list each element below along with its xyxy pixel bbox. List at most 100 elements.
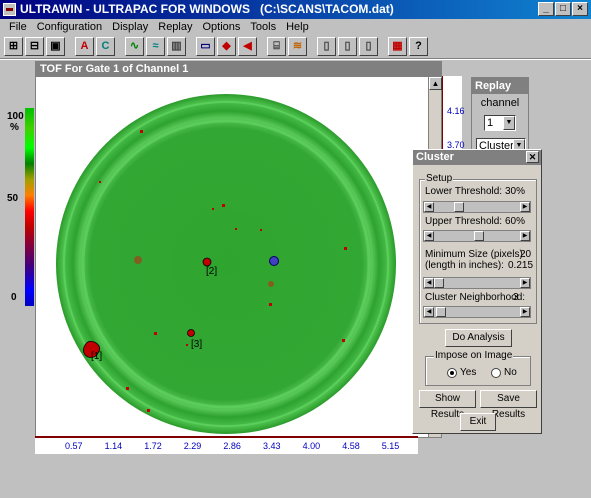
cluster-dialog: Cluster ✕ Setup Lower Threshold: 30% ◀ ▶… [412, 149, 542, 434]
toolbar-button-14-icon[interactable]: ▯ [317, 37, 336, 56]
scale-top-label: 100 [7, 111, 24, 122]
color-scale-bar [25, 108, 34, 306]
bottom-ruler-label: 4.00 [302, 441, 321, 451]
app-title: - ULTRAPAC FOR WINDOWS (C:\SCANS\TACOM.d… [82, 2, 394, 16]
c-scan-image[interactable]: [2] [3] [1] [36, 77, 429, 437]
channel-label: channel [480, 97, 520, 109]
toolbar-button-8-icon[interactable]: ▥ [167, 37, 186, 56]
defect-2-mark[interactable] [202, 257, 212, 267]
impose-yes-radio[interactable] [447, 368, 457, 378]
exit-button[interactable]: Exit [460, 413, 496, 431]
maximize-button[interactable]: □ [555, 2, 571, 16]
min-size-slider[interactable]: ◀ ▶ [423, 277, 531, 289]
do-analysis-button[interactable]: Do Analysis [445, 329, 512, 347]
replay-title: Replay [472, 78, 528, 94]
neighborhood-slider[interactable]: ◀ ▶ [423, 306, 531, 318]
upper-threshold-left-arrow[interactable]: ◀ [424, 231, 434, 241]
toolbar-button-17-icon[interactable]: ▦ [388, 37, 407, 56]
app-icon [3, 3, 16, 16]
impose-no-radio[interactable] [491, 368, 501, 378]
channel-dropdown-icon[interactable]: ▼ [503, 116, 515, 130]
bottom-ruler-label: 0.57 [65, 441, 83, 451]
setup-group-title: Setup [425, 173, 454, 184]
toolbar-button-12-icon[interactable]: ⌸ [267, 37, 286, 56]
min-size-left-arrow[interactable]: ◀ [424, 278, 434, 288]
neighborhood-right-arrow[interactable]: ▶ [520, 307, 530, 317]
lower-threshold-value: 30% [505, 186, 526, 197]
toolbar-button-13-icon[interactable]: ≋ [288, 37, 307, 56]
toolbar: ⊞ ⊟ ▣ A C ∿ ≈ ▥ ▭ ◆ ◀ ⌸ ≋ ▯ ▯ ▯ ▦? [0, 35, 591, 59]
image-window-title: TOF For Gate 1 of Channel 1 [36, 62, 441, 77]
min-size-thumb[interactable] [434, 278, 444, 288]
toolbar-button-18-icon[interactable]: ? [409, 37, 428, 56]
menu-options[interactable]: Options [198, 19, 246, 35]
toolbar-button-16-icon[interactable]: ▯ [359, 37, 378, 56]
cluster-title-text: Cluster [416, 151, 454, 163]
min-size-right-arrow[interactable]: ▶ [520, 278, 530, 288]
toolbar-button-10-icon[interactable]: ◆ [217, 37, 236, 56]
channel-value: 1 [487, 117, 494, 129]
menu-display[interactable]: Display [107, 19, 153, 35]
toolbar-button-6-icon[interactable]: ∿ [125, 37, 144, 56]
cluster-dialog-title: Cluster ✕ [413, 150, 541, 165]
menu-file[interactable]: File [4, 19, 32, 35]
upper-threshold-value: 60% [505, 216, 526, 227]
app-name: ULTRAWIN [20, 2, 83, 16]
defect-2-label: [2] [206, 266, 217, 277]
lower-threshold-thumb[interactable] [453, 202, 464, 212]
toolbar-button-2-icon[interactable]: ⊟ [25, 37, 44, 56]
right-ruler-label-1: 4.16 [447, 106, 465, 116]
toolbar-button-9-icon[interactable]: ▭ [196, 37, 215, 56]
scroll-up-arrow[interactable]: ▲ [429, 77, 442, 90]
min-size-value: 20 [520, 249, 532, 260]
length-label: (length in inches): [425, 260, 504, 271]
menu-tools[interactable]: Tools [245, 19, 281, 35]
lower-threshold-slider[interactable]: ◀ ▶ [423, 201, 531, 213]
minimize-button[interactable]: _ [538, 2, 554, 16]
toolbar-button-5-icon[interactable]: C [96, 37, 115, 56]
speck-brown [134, 256, 142, 264]
replay-panel: Replay channel 1 ▼ Cluster ▼ [471, 77, 529, 154]
cluster-close-icon[interactable]: ✕ [526, 151, 539, 163]
toolbar-button-3-icon[interactable]: ▣ [46, 37, 65, 56]
defect-3-label: [3] [191, 339, 202, 350]
upper-threshold-right-arrow[interactable]: ▶ [520, 231, 530, 241]
toolbar-button-4-icon[interactable]: A [75, 37, 94, 56]
part-disc [56, 94, 396, 434]
scale-mid-label: 50 [7, 193, 19, 204]
toolbar-button-15-icon[interactable]: ▯ [338, 37, 357, 56]
impose-yes-label: Yes [460, 367, 477, 378]
neighborhood-label: Cluster Neighborhood: [425, 292, 526, 303]
app-titlebar: ULTRAWIN - ULTRAPAC FOR WINDOWS (C:\SCAN… [0, 0, 591, 19]
scale-bottom-label: 0 [11, 292, 17, 303]
right-ruler: 4.16 3.70 [442, 76, 465, 156]
upper-threshold-slider[interactable]: ◀ ▶ [423, 230, 531, 242]
bottom-ruler: 0.57 1.14 1.72 2.29 2.86 3.43 4.00 4.58 5.15 [35, 436, 418, 454]
lower-threshold-right-arrow[interactable]: ▶ [520, 202, 530, 212]
show-results-button[interactable]: Show Results [419, 390, 476, 420]
neighborhood-thumb[interactable] [436, 307, 446, 317]
scale-unit-label: % [10, 122, 19, 133]
bottom-ruler-label: 5.15 [381, 441, 400, 451]
lower-threshold-left-arrow[interactable]: ◀ [424, 202, 434, 212]
defect-3-mark[interactable] [187, 329, 195, 337]
menu-bar: File Configuration Display Replay Options Too… [0, 19, 591, 35]
menu-help[interactable]: Help [281, 19, 314, 35]
toolbar-button-11-icon[interactable]: ◀ [238, 37, 257, 56]
channel-select[interactable]: 1 ▼ [484, 115, 516, 131]
menu-replay[interactable]: Replay [153, 19, 197, 35]
neighborhood-value: 3 [513, 292, 519, 303]
close-button[interactable]: × [572, 2, 588, 16]
bottom-ruler-label: 4.58 [342, 441, 360, 451]
defect-1-label: [1] [91, 351, 102, 362]
toolbar-button-1-icon[interactable]: ⊞ [4, 37, 23, 56]
bottom-ruler-label: 1.14 [104, 441, 123, 451]
save-results-button[interactable]: Save Results [480, 390, 537, 420]
scan-svg: [2] [3] [1] [56, 94, 396, 434]
toolbar-button-7-icon[interactable]: ≈ [146, 37, 165, 56]
neighborhood-left-arrow[interactable]: ◀ [424, 307, 434, 317]
lower-threshold-label: Lower Threshold: [425, 186, 503, 197]
upper-threshold-thumb[interactable] [473, 231, 484, 241]
menu-configuration[interactable]: Configuration [32, 19, 107, 35]
upper-threshold-label: Upper Threshold: [425, 216, 503, 227]
